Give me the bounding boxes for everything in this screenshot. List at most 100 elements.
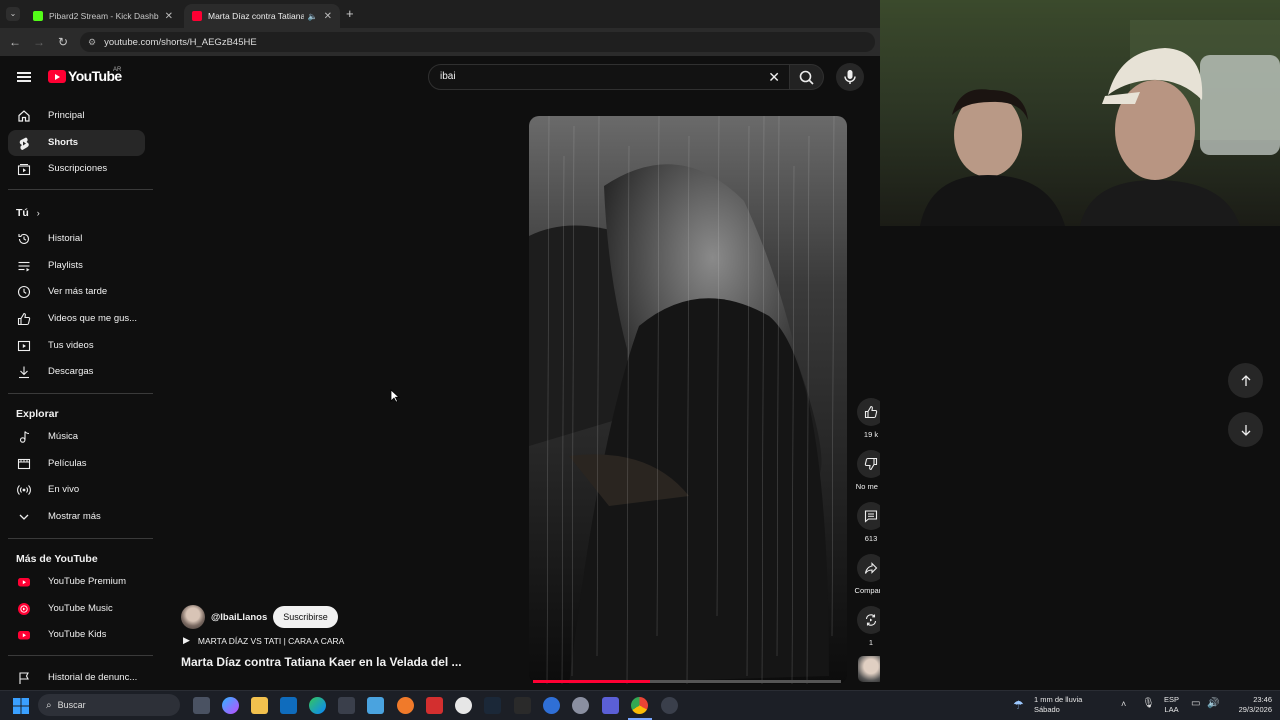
chevron-down-icon: [16, 510, 32, 524]
playlist-link[interactable]: ▶ MARTA DÍAZ VS TATI | CARA A CARA: [183, 635, 344, 646]
store-icon[interactable]: [338, 697, 355, 714]
tab-youtube-short[interactable]: Marta Díaz contra Tatiana Kaer 🔈 ✕: [184, 4, 340, 28]
previous-short-button[interactable]: [1228, 363, 1263, 398]
channel-avatar[interactable]: [181, 605, 205, 629]
obs-icon[interactable]: [455, 697, 472, 714]
tab-list-button[interactable]: ⌄: [6, 7, 20, 21]
taskbar-search-placeholder: Buscar: [57, 700, 86, 710]
sidebar-item-label: YouTube Premium: [48, 576, 126, 587]
display-icon[interactable]: ▭: [1191, 698, 1200, 709]
app-blue-icon[interactable]: [543, 697, 560, 714]
next-short-button[interactable]: [1228, 412, 1263, 447]
weather-icon[interactable]: ☂: [1013, 698, 1024, 712]
thumbs-down-icon: [864, 457, 878, 471]
sidebar-item-descargas[interactable]: Descargas: [8, 359, 145, 385]
arrow-up-icon: [1241, 374, 1250, 386]
tab-kick-dashboard[interactable]: Pibard2 Stream - Kick Dashboard ✕: [25, 4, 181, 28]
url-field[interactable]: ⚙ youtube.com/shorts/H_AEGzB45HE: [80, 32, 875, 52]
search-input[interactable]: ibai ✕: [428, 64, 790, 90]
sidebar-item-historial[interactable]: Historial: [8, 226, 145, 252]
sidebar-item-tus-videos[interactable]: Tus videos: [8, 333, 145, 359]
tray-chevron-up-icon[interactable]: ˄: [1121, 699, 1126, 709]
clock-date: 29/3/2026: [1238, 705, 1272, 714]
movies-icon: [16, 457, 32, 471]
windows-start-icon[interactable]: [13, 698, 29, 714]
menu-icon[interactable]: [17, 72, 31, 82]
app-red-icon[interactable]: [426, 697, 443, 714]
share-icon: [864, 562, 878, 574]
video-frame: [529, 116, 847, 684]
reload-button[interactable]: ↻: [51, 35, 75, 49]
app-purple-icon[interactable]: [602, 697, 619, 714]
sidebar-item-principal[interactable]: Principal: [8, 103, 145, 129]
sidebar-item-ver-mas-tarde[interactable]: Ver más tarde: [8, 279, 145, 305]
copilot-icon[interactable]: [222, 697, 239, 714]
youtube-music-icon: [16, 602, 32, 616]
sidebar-divider: [8, 655, 153, 656]
tab-close-icon[interactable]: ✕: [324, 11, 332, 22]
new-tab-button[interactable]: +: [346, 6, 354, 21]
sidebar-item-liked-videos[interactable]: Videos que me gus...: [8, 306, 145, 332]
youtube-logo-icon[interactable]: [48, 70, 66, 83]
sidebar-item-label: Tus videos: [48, 340, 94, 351]
sidebar-item-youtube-kids[interactable]: YouTube Kids: [8, 622, 145, 648]
app-settings-icon[interactable]: [572, 697, 589, 714]
sidebar-item-youtube-music[interactable]: YouTube Music: [8, 596, 145, 622]
tab-close-icon[interactable]: ✕: [165, 11, 173, 22]
clock[interactable]: 23:46 29/3/2026: [1228, 695, 1272, 715]
sidebar-item-peliculas[interactable]: Películas: [8, 451, 145, 477]
taskbar-search[interactable]: ⌕ Buscar: [38, 694, 180, 716]
steam-icon[interactable]: [484, 697, 501, 714]
subscribe-button[interactable]: Suscribirse: [273, 606, 338, 628]
clock-time: 23:46: [1253, 695, 1272, 704]
play-icon: ▶: [183, 635, 190, 645]
channel-name[interactable]: @IbaiLlanos: [211, 612, 267, 623]
sidebar-you-heading[interactable]: Tú ›: [16, 207, 40, 219]
playlist-title: MARTA DÍAZ VS TATI | CARA A CARA: [197, 635, 345, 646]
edge-icon[interactable]: [309, 697, 326, 714]
chrome-icon[interactable]: [631, 697, 648, 714]
sidebar-more-heading: Más de YouTube: [16, 553, 98, 565]
volume-icon[interactable]: 🔊: [1207, 698, 1219, 709]
epic-games-icon[interactable]: [514, 697, 531, 714]
task-view-icon[interactable]: [193, 697, 210, 714]
language-indicator[interactable]: ESP LAA: [1164, 695, 1179, 715]
remix-icon: [865, 614, 877, 626]
mail-icon[interactable]: [367, 697, 384, 714]
back-button[interactable]: ←: [3, 35, 27, 49]
sidebar-item-shorts[interactable]: Shorts: [8, 130, 145, 156]
microphone-icon[interactable]: 🎙: [1142, 698, 1155, 709]
short-video-player[interactable]: [529, 116, 847, 684]
weather-widget[interactable]: 1 mm de lluvia Sábado: [1034, 695, 1082, 715]
sidebar-item-historial-denuncias[interactable]: Historial de denunc...: [8, 665, 145, 691]
sidebar-item-label: YouTube Music: [48, 603, 113, 614]
site-info-icon[interactable]: ⚙: [88, 37, 96, 48]
language-line1: ESP: [1164, 695, 1180, 704]
sidebar-item-musica[interactable]: Música: [8, 424, 145, 450]
voice-search-button[interactable]: [836, 63, 864, 91]
file-explorer-icon[interactable]: [251, 697, 268, 714]
clear-search-icon[interactable]: ✕: [768, 69, 780, 86]
sidebar-item-label: Películas: [48, 458, 87, 469]
sidebar-item-suscripciones[interactable]: Suscripciones: [8, 156, 145, 182]
video-progress-bar[interactable]: [533, 680, 841, 683]
speaker-icon[interactable]: 🔈: [308, 12, 318, 21]
brave-icon[interactable]: [397, 697, 414, 714]
video-title[interactable]: Marta Díaz contra Tatiana Kaer en la Vel…: [181, 655, 462, 669]
sidebar-item-label: Historial: [48, 233, 83, 244]
sidebar-item-youtube-premium[interactable]: YouTube Premium: [8, 569, 145, 595]
sidebar-item-en-vivo[interactable]: En vivo: [8, 477, 145, 503]
microphone-icon: [844, 70, 856, 84]
sidebar-item-playlists[interactable]: Playlists: [8, 253, 145, 279]
search-button[interactable]: [790, 64, 824, 90]
outlook-icon[interactable]: [280, 697, 297, 714]
sidebar-item-mostrar-mas[interactable]: Mostrar más: [8, 504, 145, 530]
history-icon: [16, 232, 32, 246]
search-icon: ⌕: [46, 699, 52, 711]
search-icon: [799, 70, 814, 85]
mouse-cursor-icon: [390, 389, 400, 403]
sidebar-divider: [8, 393, 153, 394]
forward-button[interactable]: →: [27, 35, 51, 49]
youtube-favicon-icon: [192, 11, 202, 21]
app-gray-icon[interactable]: [661, 697, 678, 714]
